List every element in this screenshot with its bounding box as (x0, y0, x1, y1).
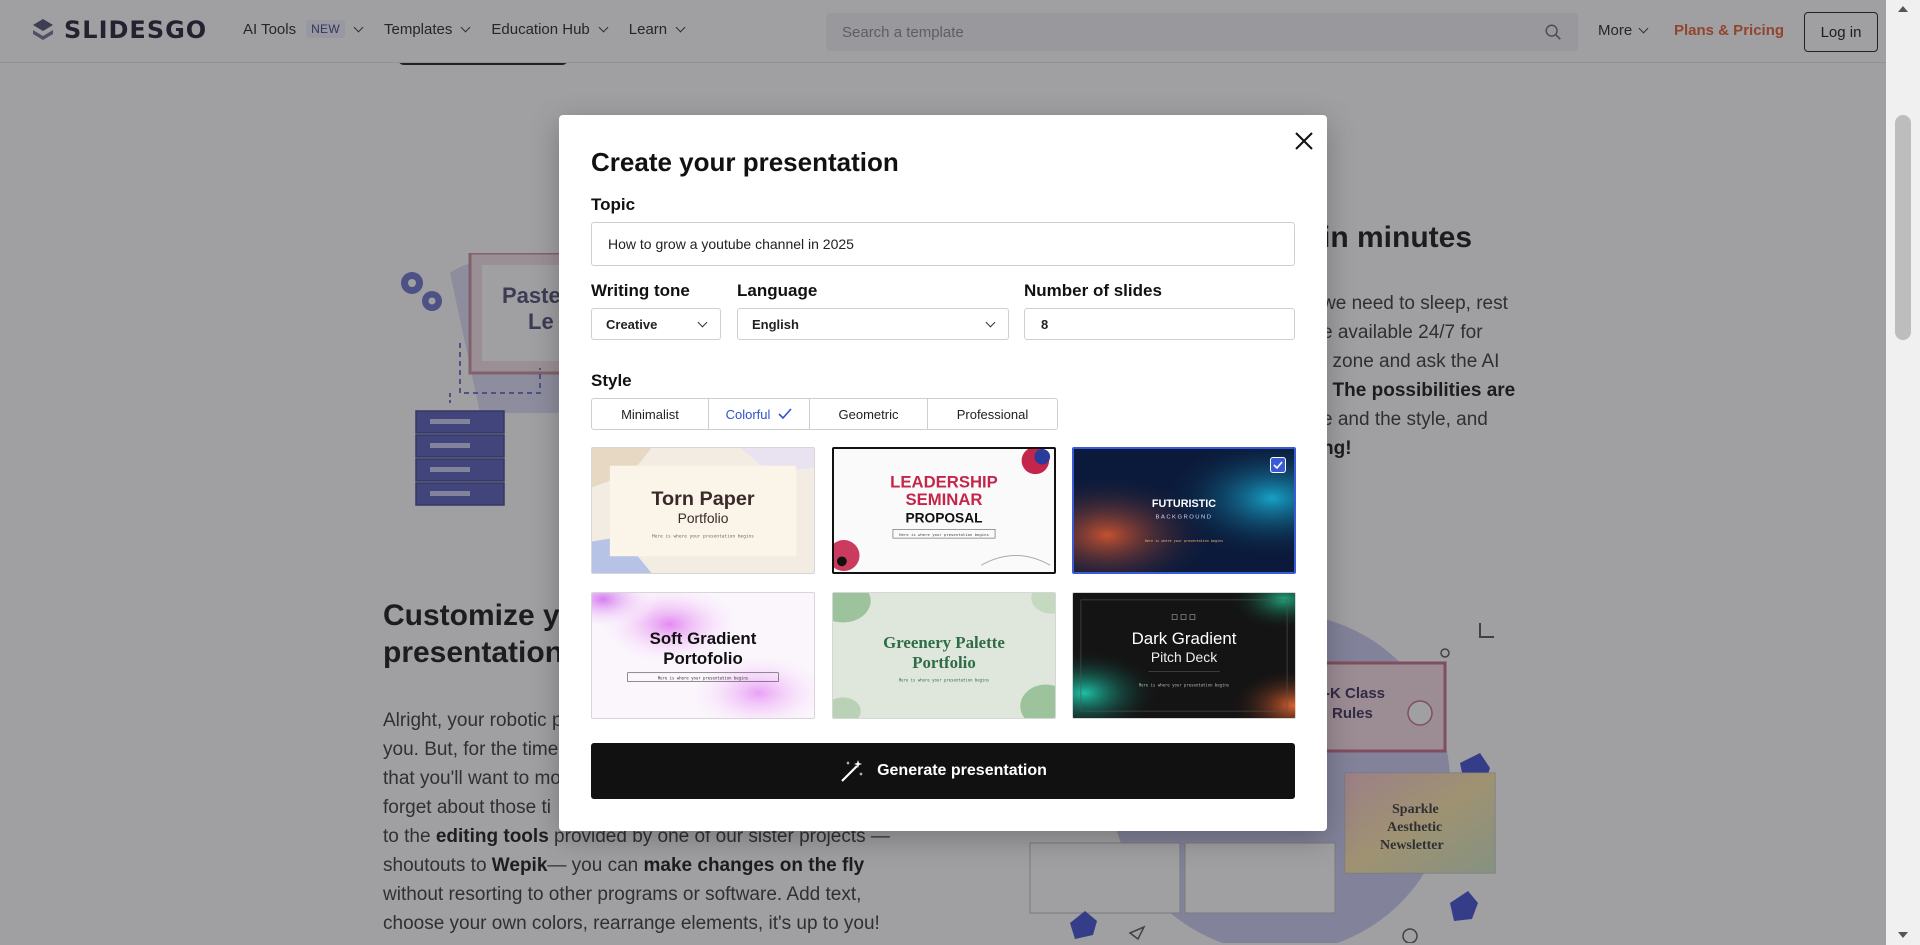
style-option-label: Professional (956, 406, 1029, 422)
template-caption: Here is where your presentation begins (652, 534, 754, 540)
template-title-2: SEMINAR (906, 490, 983, 509)
template-caption: Here is where your presentation begins (658, 676, 748, 681)
template-subtitle: BACKGROUND (1156, 515, 1213, 521)
writing-tone-value: Creative (606, 316, 658, 332)
template-card-dark-gradient[interactable]: Dark Gradient Pitch Deck Here is where y… (1072, 592, 1296, 719)
topic-label: Topic (591, 195, 636, 214)
template-title: FUTURISTIC (1152, 498, 1216, 510)
style-option-label: Minimalist (621, 406, 679, 422)
language-value: English (752, 316, 799, 332)
template-title: Dark Gradient (1132, 629, 1237, 648)
checkmark-icon (778, 408, 792, 420)
template-subtitle: Portfolio (678, 510, 729, 526)
style-option-label: Colorful (725, 406, 771, 422)
template-title: Soft Gradient (650, 629, 757, 648)
template-subtitle: PROPOSAL (905, 511, 982, 526)
scroll-thumb[interactable] (1895, 115, 1911, 340)
style-option-professional[interactable]: Professional (928, 399, 1057, 429)
style-selector: Minimalist Colorful Geometric Profession… (591, 398, 1058, 430)
number-of-slides-label: Number of slides (1024, 281, 1162, 300)
style-label: Style (591, 371, 632, 390)
create-presentation-dialog: Create your presentation Topic Writing t… (559, 115, 1327, 831)
template-caption: Here is where your presentation begins (1139, 683, 1229, 688)
topic-field (591, 222, 1295, 266)
template-card-soft-gradient[interactable]: Soft Gradient Portofolio Here is where y… (591, 592, 815, 719)
scroll-up-icon[interactable] (1898, 6, 1908, 12)
template-caption: Here is where your presentation begins (1145, 539, 1223, 543)
generate-presentation-label: Generate presentation (877, 762, 1047, 779)
template-title: LEADERSHIP (890, 473, 998, 492)
number-of-slides-input[interactable] (1041, 316, 1278, 332)
style-option-geometric[interactable]: Geometric (810, 399, 928, 429)
generate-presentation-button[interactable]: Generate presentation (591, 743, 1295, 799)
dialog-title: Create your presentation (591, 147, 899, 177)
selected-checkbox (1270, 457, 1286, 473)
number-of-slides-field (1024, 308, 1295, 340)
template-card-greenery-palette[interactable]: Greenery Palette Portfolio Here is where… (832, 592, 1056, 719)
topic-input[interactable] (608, 236, 1278, 252)
chevron-down-icon (697, 317, 708, 327)
style-option-label: Geometric (838, 406, 899, 422)
magic-wand-icon (841, 760, 864, 782)
template-card-futuristic-background[interactable]: FUTURISTIC BACKGROUND Here is where your… (1072, 447, 1296, 574)
close-icon[interactable] (1292, 129, 1316, 153)
template-caption: Here is where your presentation begins (899, 532, 989, 537)
template-title-2: Portofolio (663, 649, 743, 668)
checkmark-icon (1273, 461, 1283, 470)
template-caption: Here is where your presentation begins (899, 678, 989, 683)
writing-tone-label: Writing tone (591, 281, 690, 300)
template-card-leadership-seminar[interactable]: LEADERSHIP SEMINAR PROPOSAL Here is wher… (832, 447, 1056, 574)
template-card-torn-paper[interactable]: Torn Paper Portfolio Here is where your … (591, 447, 815, 574)
scroll-down-icon[interactable] (1898, 932, 1908, 938)
language-label: Language (737, 281, 818, 300)
template-title: Greenery Palette (883, 633, 1005, 652)
template-title-2: Portfolio (912, 653, 976, 672)
chevron-down-icon (985, 317, 996, 327)
style-option-minimalist[interactable]: Minimalist (592, 399, 709, 429)
writing-tone-select[interactable]: Creative (591, 308, 721, 340)
template-title: Torn Paper (651, 488, 754, 510)
page-scrollbar[interactable] (1886, 0, 1920, 945)
language-select[interactable]: English (737, 308, 1009, 340)
template-subtitle: Pitch Deck (1151, 649, 1217, 665)
style-option-colorful[interactable]: Colorful (709, 399, 810, 429)
